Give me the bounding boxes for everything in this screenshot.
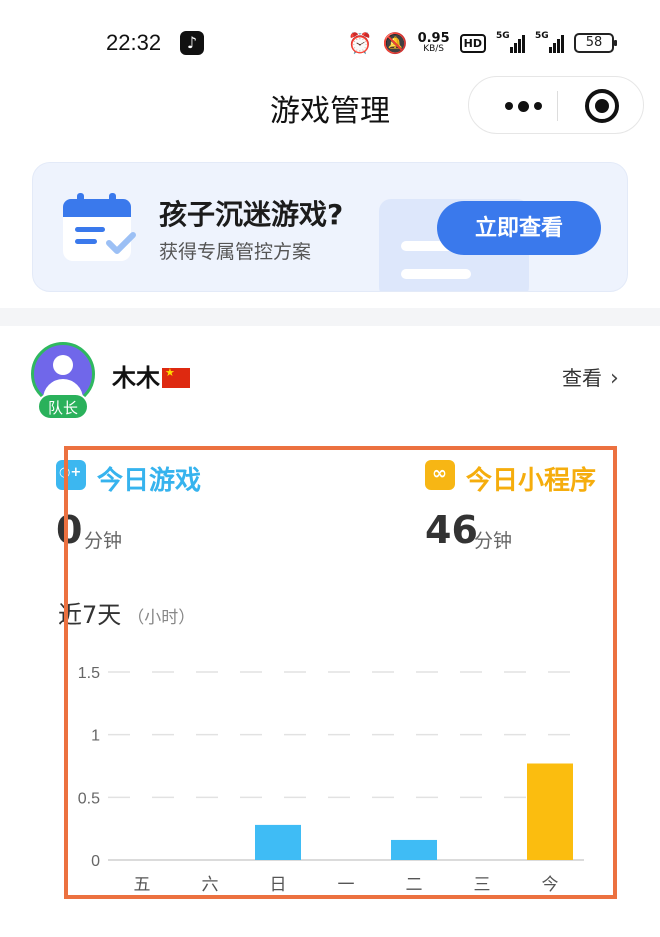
avatar-head-icon	[53, 355, 73, 375]
x-tick-label: 二	[406, 875, 423, 895]
view-details-link[interactable]: 查看 ›	[562, 362, 619, 391]
x-tick-label: 日	[270, 875, 287, 895]
chart-bar	[527, 763, 573, 860]
more-button[interactable]	[491, 77, 555, 135]
alarm-icon: ⏰	[347, 31, 373, 55]
chart-title: 近7天 （小时）	[58, 595, 195, 630]
section-separator	[0, 308, 660, 326]
user-name-row: 木木	[112, 358, 190, 393]
today-mini-value: 46	[425, 508, 478, 552]
signal-label: 5G	[496, 31, 510, 41]
y-tick-label: 0.5	[78, 790, 100, 807]
battery-icon: 58	[574, 33, 617, 53]
banner-subtitle: 获得专属管控方案	[159, 241, 312, 263]
hd-voice-icon: HD	[459, 33, 486, 53]
promo-banner[interactable]: 孩子沉迷游戏? 获得专属管控方案 立即查看	[32, 162, 628, 292]
signal-icon-2: 5G	[535, 31, 564, 53]
gamepad-icon	[56, 460, 86, 490]
chart-bar	[255, 824, 301, 860]
chevron-right-icon: ›	[610, 366, 619, 391]
x-tick-label: 六	[202, 875, 219, 895]
today-games-value: 0	[56, 508, 83, 552]
signal-icon: 5G	[496, 31, 525, 53]
x-tick-label: 今	[542, 875, 559, 895]
view-label: 查看	[562, 366, 602, 390]
user-name: 木木	[112, 364, 160, 392]
signal-label-2: 5G	[535, 31, 549, 41]
more-dot-icon	[533, 102, 542, 110]
y-tick-label: 1	[91, 728, 100, 745]
capsule-divider	[557, 91, 558, 121]
captain-badge: 队长	[37, 393, 89, 420]
calendar-check-icon	[63, 193, 136, 261]
mini-program-capsule	[468, 76, 644, 134]
close-miniprogram-button[interactable]	[585, 89, 619, 123]
y-tick-label: 0	[91, 853, 100, 870]
more-dot-icon	[517, 100, 529, 112]
more-dot-icon	[504, 102, 513, 110]
today-games-unit: 分钟	[84, 530, 123, 552]
mini-program-icon	[425, 460, 455, 490]
x-tick-label: 五	[134, 875, 151, 895]
banner-title: 孩子沉迷游戏?	[159, 198, 344, 231]
view-now-button[interactable]: 立即查看	[437, 201, 601, 255]
china-flag-icon	[162, 366, 190, 388]
status-bar: 22:32 ♪ ⏰ 🔕 0.95 KB/S HD 5G 5G 58	[0, 0, 660, 80]
today-mini-unit: 分钟	[474, 530, 513, 552]
chart-unit: （小时）	[127, 608, 196, 628]
net-speed: 0.95 KB/S	[418, 32, 450, 54]
today-mini-label: 今日小程序	[466, 466, 597, 496]
net-speed-unit: KB/S	[423, 44, 445, 54]
mute-icon: 🔕	[382, 31, 408, 55]
highlight-frame	[64, 446, 617, 899]
x-tick-label: 一	[338, 875, 355, 895]
x-tick-label: 三	[474, 875, 491, 895]
status-time: 22:32	[106, 30, 162, 55]
chart-bar	[391, 839, 437, 860]
tiktok-notification-icon: ♪	[180, 31, 204, 55]
y-tick-label: 1.5	[78, 665, 100, 682]
today-games-label: 今日游戏	[97, 466, 202, 496]
status-icons: ⏰ 🔕 0.95 KB/S HD 5G 5G 58	[347, 28, 617, 58]
chart-title-text: 近7天	[58, 601, 122, 629]
